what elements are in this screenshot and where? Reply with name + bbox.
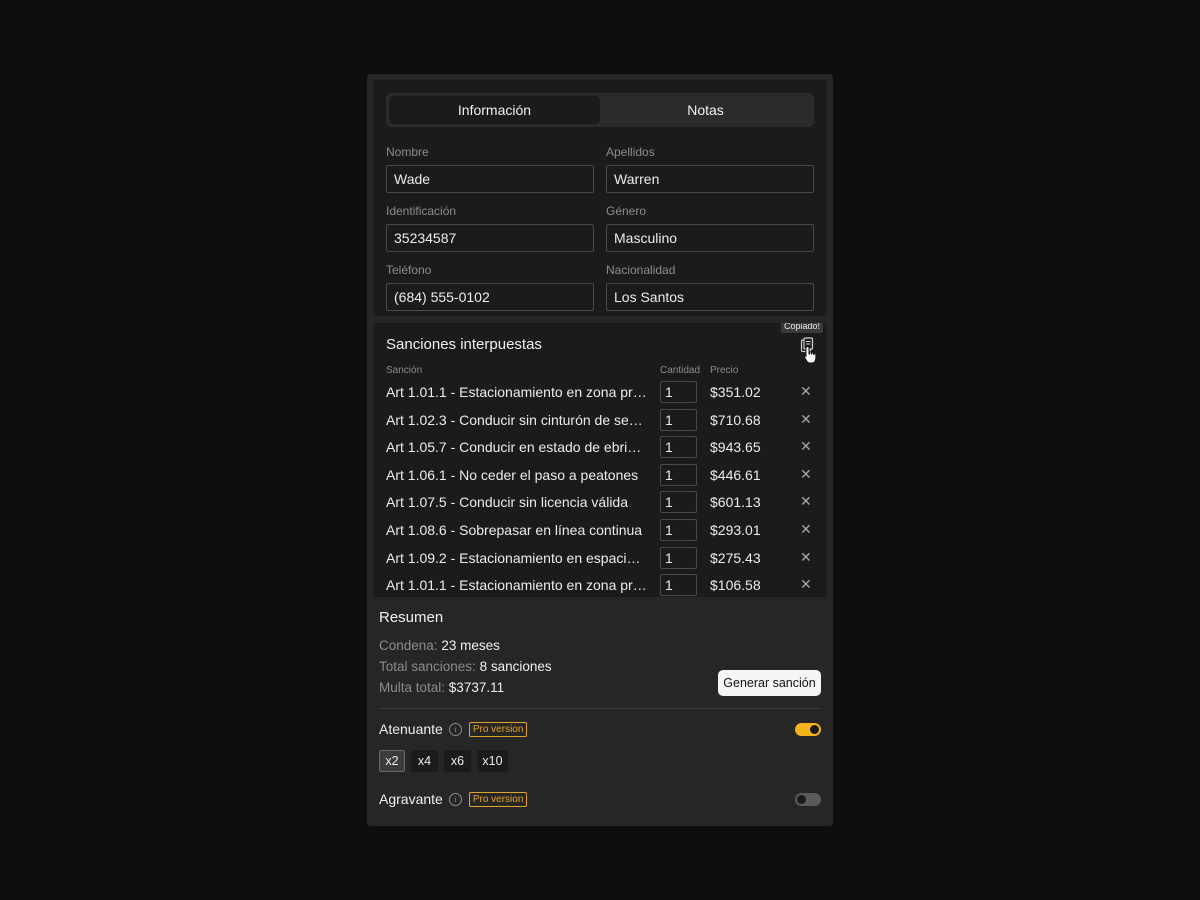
multiplier-x10[interactable]: x10 (477, 750, 508, 772)
close-icon[interactable]: ✕ (800, 383, 812, 400)
sancion-price: $275.43 (710, 549, 761, 566)
tabs: Información Notas (386, 93, 814, 127)
quantity-input[interactable]: 1 (660, 574, 697, 597)
quantity-input[interactable]: 1 (660, 546, 697, 569)
quantity-input[interactable]: 1 (660, 408, 697, 431)
quantity-input[interactable]: 1 (660, 491, 697, 514)
agravante-row: Agravante i Pro version (379, 791, 528, 807)
tab-informacion[interactable]: Información (389, 96, 600, 124)
info-icon[interactable]: i (448, 792, 462, 806)
close-icon[interactable]: ✕ (800, 466, 812, 483)
condena-line: Condena: 23 meses (379, 638, 500, 653)
sancion-price: $293.01 (710, 521, 761, 538)
nombre-field-group: Nombre Wade (386, 145, 594, 193)
sancion-name: Art 1.09.2 - Estacionamiento en espacio … (386, 549, 648, 566)
quantity-input[interactable]: 1 (660, 463, 697, 486)
info-icon[interactable]: i (448, 722, 462, 736)
pro-version-badge: Pro version (468, 721, 528, 737)
nacionalidad-input[interactable]: Los Santos (606, 283, 814, 311)
agravante-label: Agravante (379, 791, 443, 807)
condena-label: Condena: (379, 638, 438, 653)
quantity-input[interactable]: 1 (660, 436, 697, 459)
table-row: Art 1.06.1 - No ceder el paso a peatones… (386, 463, 826, 491)
nacionalidad-field-group: Nacionalidad Los Santos (606, 263, 814, 311)
genero-label: Género (606, 204, 647, 218)
multa-total-line: Multa total: $3737.11 (379, 680, 504, 695)
sancion-name: Art 1.02.3 - Conducir sin cinturón de se… (386, 411, 648, 428)
quantity-input[interactable]: 1 (660, 381, 697, 403)
genero-field-group: Género Masculino (606, 204, 814, 252)
nombre-input[interactable]: Wade (386, 165, 594, 193)
apellidos-input[interactable]: Warren (606, 165, 814, 193)
total-sanciones-value: 8 sanciones (479, 659, 552, 674)
tab-notas[interactable]: Notas (600, 96, 811, 124)
telefono-field-group: Teléfono (684) 555-0102 (386, 263, 594, 311)
sancion-name: Art 1.01.1 - Estacionamiento en zona pro… (386, 384, 648, 400)
close-icon[interactable]: ✕ (800, 411, 812, 428)
table-row: Art 1.07.5 - Conducir sin licencia válid… (386, 490, 826, 518)
copied-tooltip: Copiado! (781, 323, 824, 333)
multiplier-x4[interactable]: x4 (411, 750, 438, 772)
sancion-name: Art 1.07.5 - Conducir sin licencia válid… (386, 494, 629, 511)
quantity-input[interactable]: 1 (660, 518, 697, 541)
sanction-panel: Información Notas Nombre Wade Apellidos … (367, 74, 833, 826)
apellidos-field-group: Apellidos Warren (606, 145, 814, 193)
col-precio: Precio (710, 365, 739, 376)
genero-input[interactable]: Masculino (606, 224, 814, 252)
sanciones-card: Sanciones interpuestas Copiado! Sanción … (373, 323, 827, 597)
table-row: Art 1.08.6 - Sobrepasar en línea continu… (386, 518, 826, 546)
identificacion-field-group: Identificación 35234587 (386, 204, 594, 252)
close-icon[interactable]: ✕ (800, 549, 812, 566)
resumen-title: Resumen (379, 609, 444, 626)
sancion-price: $351.02 (710, 384, 761, 400)
nombre-label: Nombre (386, 145, 429, 159)
sancion-name: Art 1.08.6 - Sobrepasar en línea continu… (386, 521, 643, 538)
atenuante-label: Atenuante (379, 721, 443, 737)
info-card: Información Notas Nombre Wade Apellidos … (373, 80, 827, 316)
toggle-knob (810, 725, 819, 734)
close-icon[interactable]: ✕ (800, 521, 812, 538)
sancion-price: $106.58 (710, 577, 761, 594)
sancion-name: Art 1.05.7 - Conducir en estado de ebrie… (386, 439, 648, 456)
total-sanciones-label: Total sanciones: (379, 659, 476, 674)
sancion-name: Art 1.01.1 - Estacionamiento en zona pro… (386, 577, 648, 594)
close-icon[interactable]: ✕ (800, 576, 812, 593)
multa-total-value: $3737.11 (448, 680, 505, 695)
atenuante-row: Atenuante i Pro version (379, 721, 528, 737)
table-row: Art 1.05.7 - Conducir en estado de ebrie… (386, 435, 826, 463)
multa-total-label: Multa total: (379, 680, 446, 695)
atenuante-toggle[interactable] (795, 723, 821, 736)
sancion-price: $943.65 (710, 439, 761, 456)
sancion-price: $710.68 (710, 411, 761, 428)
divider (379, 708, 821, 709)
condena-value: 23 meses (441, 638, 500, 653)
close-icon[interactable]: ✕ (800, 493, 812, 510)
sanciones-list: Art 1.01.1 - Estacionamiento en zona pro… (386, 380, 826, 597)
close-icon[interactable]: ✕ (800, 438, 812, 455)
nacionalidad-label: Nacionalidad (606, 263, 676, 277)
identificacion-label: Identificación (386, 204, 457, 218)
total-sanciones-line: Total sanciones: 8 sanciones (379, 659, 552, 674)
multiplier-x6[interactable]: x6 (444, 750, 471, 772)
table-row: Art 1.02.3 - Conducir sin cinturón de se… (386, 408, 826, 436)
col-sancion: Sanción (386, 365, 423, 376)
sancion-price: $601.13 (710, 494, 761, 511)
apellidos-label: Apellidos (606, 145, 655, 159)
generar-sancion-button[interactable]: Generar sanción (718, 670, 821, 696)
sancion-price: $446.61 (710, 466, 761, 483)
table-row: Art 1.01.1 - Estacionamiento en zona pro… (386, 380, 826, 408)
telefono-input[interactable]: (684) 555-0102 (386, 283, 594, 311)
agravante-toggle[interactable] (795, 793, 821, 806)
hand-pointer-icon (803, 345, 817, 364)
telefono-label: Teléfono (386, 263, 432, 277)
sancion-name: Art 1.06.1 - No ceder el paso a peatones (386, 466, 639, 483)
table-row: Art 1.01.1 - Estacionamiento en zona pro… (386, 573, 826, 597)
sanciones-title: Sanciones interpuestas (386, 336, 542, 353)
toggle-knob (797, 795, 806, 804)
col-cantidad: Cantidad (660, 365, 701, 376)
table-row: Art 1.09.2 - Estacionamiento en espacio … (386, 546, 826, 574)
pro-version-badge: Pro version (468, 791, 528, 807)
multiplier-x2[interactable]: x2 (379, 750, 405, 772)
identificacion-input[interactable]: 35234587 (386, 224, 594, 252)
